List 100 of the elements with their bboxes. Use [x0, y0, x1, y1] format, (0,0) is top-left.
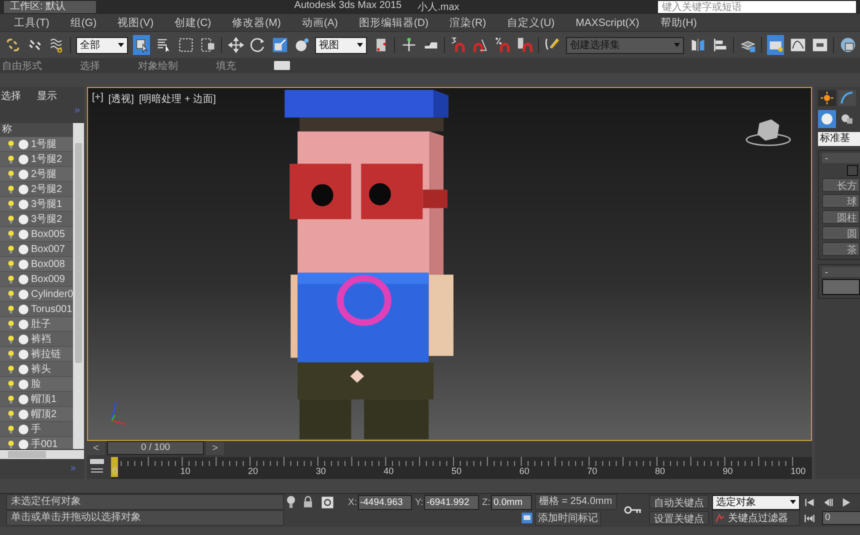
scene-object-row[interactable]: 帽顶2	[0, 407, 73, 422]
checkbox[interactable]	[847, 165, 858, 176]
scene-object-row[interactable]: 帽顶1	[0, 392, 73, 407]
menu-item[interactable]: 图形编辑器(D)	[358, 16, 428, 30]
name-field[interactable]	[822, 279, 860, 295]
scene-object-row[interactable]: Box007	[0, 242, 73, 257]
viewport-label[interactable]: [明暗处理 + 边面]	[138, 92, 216, 106]
object-button[interactable]: 圆柱	[822, 210, 860, 224]
ribbon-tab[interactable]: 对象绘制	[138, 58, 178, 72]
search-field[interactable]: 键入关键字或短语	[658, 1, 856, 13]
viewport-label[interactable]: [透视]	[108, 92, 134, 106]
percent-snap-button[interactable]	[494, 35, 512, 55]
grid-size-text: 栅格 = 254.0mm	[535, 494, 617, 510]
time-slider-thumb[interactable]: 0 / 100	[107, 441, 204, 455]
frame-field[interactable]: 0	[822, 511, 860, 525]
rotate-button[interactable]	[249, 35, 266, 55]
toolbar-dropdown[interactable]: 全部	[76, 36, 128, 54]
z-field[interactable]: 0.0mm	[491, 494, 532, 510]
ribbon-tab[interactable]: 填充	[216, 58, 236, 72]
object-button[interactable]: 球	[822, 194, 860, 208]
folder-button[interactable]	[767, 35, 784, 55]
window-title: Autodesk 3ds Max 2015	[294, 0, 402, 13]
scene-object-row[interactable]: 脸	[0, 377, 73, 392]
menu-item[interactable]: 动画(A)	[302, 16, 338, 30]
workspace-dropdown[interactable]: 工作区: 默认	[4, 1, 96, 13]
menu-item[interactable]: 渲染(R)	[450, 16, 486, 30]
time-tag-field[interactable]: 添加时间标记	[535, 510, 601, 526]
menu-item[interactable]: 视图(V)	[118, 16, 154, 30]
snap-icon	[450, 37, 467, 53]
scene-object-row[interactable]: 肚子	[0, 317, 73, 332]
key-filters-button[interactable]: 关键点过滤器	[712, 510, 800, 526]
scene-object-row[interactable]: 1号腿2	[0, 152, 73, 167]
select-object-button[interactable]	[133, 35, 150, 55]
sphere-icon	[18, 318, 29, 330]
bulb-icon	[6, 334, 16, 344]
scene-object-row[interactable]: 裤头	[0, 362, 73, 377]
scene-object-row[interactable]: 手	[0, 422, 73, 437]
object-button[interactable]: 长方	[822, 178, 860, 192]
snap-button[interactable]	[450, 35, 468, 55]
modify-tab[interactable]	[838, 90, 856, 106]
view-cube-icon[interactable]	[746, 119, 791, 146]
scene-object-row[interactable]: Box009	[0, 272, 73, 287]
next-frame-button[interactable]: >	[206, 442, 224, 454]
lock-icon	[303, 496, 313, 508]
explorer-tab[interactable]: 显示	[36, 89, 58, 103]
target-icon	[321, 496, 334, 508]
scene-object-row[interactable]: 1号腿	[0, 137, 73, 152]
create-tab[interactable]	[818, 90, 836, 106]
sphere-icon	[18, 274, 29, 284]
auto-key-button[interactable]: 自动关键点	[649, 495, 709, 509]
ribbon-tab[interactable]: 自由形式	[2, 58, 42, 72]
toolbar-dropdown[interactable]: 视图	[315, 36, 368, 54]
menu-item[interactable]: 组(G)	[70, 16, 97, 30]
y-field[interactable]: -6941.992	[424, 494, 479, 510]
column-header[interactable]: 称	[0, 123, 73, 137]
menu-item[interactable]: 工具(T)	[14, 16, 50, 30]
scene-object-row[interactable]: 2号腿	[0, 167, 73, 182]
tick-label: 30	[316, 466, 326, 476]
menu-item[interactable]: 创建(C)	[174, 16, 212, 30]
rollout-header[interactable]: -	[822, 267, 860, 277]
rollout-header[interactable]: -	[822, 153, 860, 163]
scale-button[interactable]	[271, 35, 288, 55]
scene-object-row[interactable]: 3号腿1	[0, 197, 73, 212]
track-bar[interactable]: 0 10 20 30 40 50 60 70 80 90 100	[111, 457, 812, 479]
rectangle-select-button[interactable]	[177, 35, 194, 55]
scene-object-row[interactable]: 裤裆	[0, 332, 73, 347]
category-button[interactable]	[818, 110, 836, 128]
toolbar-dropdown[interactable]: 创建选择集	[566, 36, 684, 54]
link-icon	[4, 37, 21, 53]
scrollbar[interactable]	[73, 123, 84, 449]
scene-object-row[interactable]: 裤拉链	[0, 347, 73, 362]
set-key-button[interactable]: 设置关键点	[649, 511, 709, 525]
explorer-tab[interactable]: 选择	[0, 89, 22, 103]
scene-object-row[interactable]: Box005	[0, 227, 73, 242]
scene-object-row[interactable]: Cylinder0	[0, 287, 73, 302]
scene-object-row[interactable]: 3号腿2	[0, 212, 73, 227]
x-field[interactable]: -4494.963	[358, 494, 412, 510]
key-target-dropdown[interactable]: 选定对象	[712, 494, 800, 510]
menu-item[interactable]: 帮助(H)	[660, 16, 697, 30]
previous-key-icon	[822, 496, 835, 508]
scene-object-row[interactable]: 2号腿2	[0, 182, 73, 197]
material-editor-button[interactable]	[839, 35, 856, 55]
ribbon-tab[interactable]: 选择	[80, 58, 100, 72]
scene-object-row[interactable]: Box008	[0, 257, 73, 272]
scene-object-row[interactable]: Torus001	[0, 302, 73, 317]
horizontal-scrollbar[interactable]	[0, 450, 84, 459]
sphere-icon	[18, 334, 29, 344]
object-button[interactable]: 茶	[822, 242, 860, 256]
move-button[interactable]	[227, 35, 244, 55]
viewport[interactable]: [+] [透视] [明暗处理 + 边面]	[87, 87, 812, 441]
viewport-label[interactable]: [+]	[92, 92, 104, 106]
scene-object-row[interactable]: 手001	[0, 437, 73, 449]
menu-item[interactable]: 修改器(M)	[232, 16, 281, 30]
previous-frame-button[interactable]: <	[87, 442, 105, 454]
sphere-icon	[18, 228, 29, 240]
object-button[interactable]: 圆	[822, 226, 860, 240]
object-type-dropdown[interactable]: 标准基	[818, 132, 860, 146]
menu-item[interactable]: MAXScript(X)	[576, 16, 640, 28]
menu-item[interactable]: 自定义(U)	[507, 16, 555, 30]
spinner-snap-button[interactable]	[516, 35, 534, 55]
